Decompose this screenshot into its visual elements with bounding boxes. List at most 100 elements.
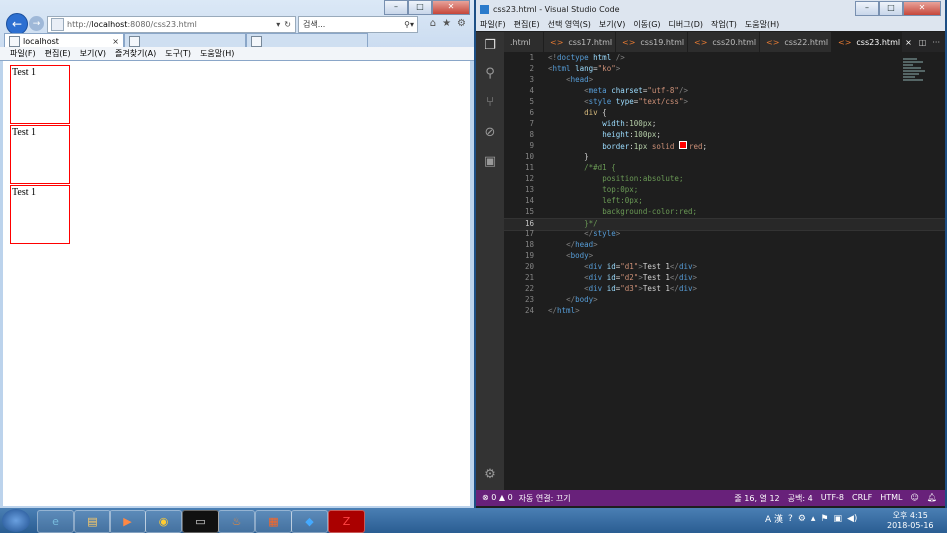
cursor-position[interactable]: 줄 16, 열 12 xyxy=(734,493,779,504)
star-icon[interactable]: ★ xyxy=(442,18,451,29)
tab-css17[interactable]: <> css17.html xyxy=(544,32,616,52)
source-control-icon[interactable]: ⑂ xyxy=(482,95,498,111)
minimize-button[interactable]: – xyxy=(855,1,879,16)
menu-help[interactable]: 도움말(H) xyxy=(200,48,234,59)
clock[interactable]: 오후 4:15 2018-05-16 xyxy=(887,511,934,531)
menu-file[interactable]: 파일(F) xyxy=(10,48,36,59)
tab-css19[interactable]: <> css19.html xyxy=(616,32,688,52)
forward-button[interactable]: → xyxy=(29,16,44,31)
gear-icon[interactable]: ⚙ xyxy=(457,18,466,29)
menu-edit[interactable]: 편집(E) xyxy=(45,48,71,59)
menu-file[interactable]: 파일(F) xyxy=(480,19,506,30)
smiley-icon[interactable]: ☺ xyxy=(911,493,919,504)
network-icon[interactable]: ▣ xyxy=(834,514,843,524)
menu-favorites[interactable]: 즐겨찾기(A) xyxy=(115,48,156,59)
menu-view[interactable]: 보기(V) xyxy=(80,48,106,59)
indentation-status[interactable]: 공백: 4 xyxy=(788,493,813,504)
settings-icon[interactable]: ⚙ xyxy=(798,514,806,524)
tab-html[interactable]: .html xyxy=(504,32,544,52)
menu-tools[interactable]: 도구(T) xyxy=(165,48,191,59)
tab-close-icon[interactable]: × xyxy=(905,38,912,47)
close-button[interactable]: ✕ xyxy=(903,1,941,16)
color-swatch[interactable] xyxy=(678,141,687,149)
gear-icon[interactable]: ⚙ xyxy=(482,467,498,483)
dropdown-icon[interactable]: ▾ xyxy=(276,20,280,29)
search-box[interactable]: 검색... ⚲▾ xyxy=(298,16,418,33)
volume-icon[interactable]: ◀) xyxy=(847,514,857,524)
menu-tasks[interactable]: 작업(T) xyxy=(711,19,737,30)
test-box-2: Test 1 xyxy=(10,125,70,184)
more-icon[interactable]: ··· xyxy=(932,38,940,47)
minimize-button[interactable]: – xyxy=(384,0,408,15)
help-icon[interactable]: ? xyxy=(788,514,793,524)
folder-taskbar-icon[interactable]: ▤ xyxy=(74,510,111,533)
system-tray: A 漢 ? ⚙ ▴ ⚑ ▣ ◀) xyxy=(765,512,857,526)
address-url[interactable]: http://localhost:8080/css23.html xyxy=(67,20,276,29)
extensions-icon[interactable]: ▣ xyxy=(482,154,498,170)
tab-css22[interactable]: <> css22.html xyxy=(760,32,832,52)
tab-css23[interactable]: <> css23.html × xyxy=(832,32,912,52)
encoding-status[interactable]: UTF-8 xyxy=(821,493,844,504)
app-taskbar-icon[interactable]: ▦ xyxy=(255,510,292,533)
page-icon xyxy=(9,35,20,47)
vscode-taskbar-icon[interactable]: ◆ xyxy=(291,510,328,533)
filezilla-taskbar-icon[interactable]: Z xyxy=(328,510,365,533)
menu-debug[interactable]: 디버그(D) xyxy=(669,19,703,30)
debug-icon[interactable]: ⊘ xyxy=(482,125,498,141)
media-player-taskbar-icon[interactable]: ▶ xyxy=(109,510,146,533)
java-taskbar-icon[interactable]: ♨ xyxy=(218,510,255,533)
code-line: 2 <html lang="ko"> xyxy=(529,64,621,73)
window-controls: – □ ✕ xyxy=(855,1,941,16)
ie-taskbar-icon[interactable]: e xyxy=(37,510,74,533)
menu-go[interactable]: 이동(G) xyxy=(633,19,660,30)
tab-localhost[interactable]: localhost × xyxy=(4,33,124,48)
code-editor[interactable]: 1 <!doctype html /> 2 <html lang="ko"> 3 <… xyxy=(504,52,945,490)
search-input[interactable]: 검색... xyxy=(299,19,404,30)
editor-tabs: .html <> css17.html <> css19.html <> css20.… xyxy=(504,32,945,52)
code-line: 10 } xyxy=(524,152,589,161)
console-taskbar-icon[interactable]: ▭ xyxy=(182,510,219,533)
code-line: 9 border:1px solid red; xyxy=(529,141,708,151)
address-bar[interactable]: http://localhost:8080/css23.html ▾ ↻ xyxy=(47,16,296,33)
menu-view[interactable]: 보기(V) xyxy=(599,19,625,30)
tab-close-icon[interactable]: × xyxy=(112,37,119,46)
bell-icon[interactable]: 🔔︎ xyxy=(927,493,937,504)
vscode-window: css23.html - Visual Studio Code – □ ✕ 파일… xyxy=(476,0,945,508)
problems-indicator[interactable]: ⊗ 0 ▲ 0 xyxy=(482,493,513,504)
refresh-icon[interactable]: ↻ xyxy=(284,20,291,29)
close-button[interactable]: ✕ xyxy=(432,0,470,15)
tab-blurred[interactable] xyxy=(124,33,246,48)
code-line: 11 /*#d1 { xyxy=(524,163,616,172)
split-editor-icon[interactable]: ◫ xyxy=(919,38,927,47)
code-line: 5 <style type="text/css"> xyxy=(529,97,688,106)
maximize-button[interactable]: □ xyxy=(879,1,903,16)
code-line: 3 <head> xyxy=(529,75,594,84)
search-icon[interactable]: ⚲ xyxy=(482,66,498,82)
back-button[interactable]: ← xyxy=(6,13,28,35)
explorer-icon[interactable]: ❐ xyxy=(482,38,498,54)
menu-selection[interactable]: 선택 영역(S) xyxy=(548,19,591,30)
menu-edit[interactable]: 편집(E) xyxy=(514,19,540,30)
start-button[interactable] xyxy=(2,509,30,532)
code-line: 7 width:100px; xyxy=(529,119,657,128)
code-line: 12 position:absolute; xyxy=(524,174,684,183)
code-line: 6 div { xyxy=(529,108,607,117)
search-icon[interactable]: ⚲▾ xyxy=(404,20,414,29)
code-line: 4 <meta charset="utf-8"/> xyxy=(529,86,688,95)
live-connection-status[interactable]: 자동 연결: 끄기 xyxy=(519,493,571,504)
show-hidden-icon[interactable]: ▴ xyxy=(811,514,816,524)
code-line: 8 height:100px; xyxy=(529,130,661,139)
tab-blurred[interactable] xyxy=(246,33,368,48)
menu-help[interactable]: 도움말(H) xyxy=(745,19,779,30)
home-icon[interactable]: ⌂ xyxy=(430,18,436,29)
maximize-button[interactable]: □ xyxy=(408,0,432,15)
chrome-taskbar-icon[interactable]: ◉ xyxy=(145,510,182,533)
tab-css20[interactable]: <> css20.html xyxy=(688,32,760,52)
code-line: 17 </style> xyxy=(524,229,621,238)
flag-icon[interactable]: ⚑ xyxy=(820,514,828,524)
test-box-3: Test 1 xyxy=(10,185,70,244)
language-status[interactable]: HTML xyxy=(880,493,902,504)
taskbar: e ▤ ▶ ◉ ▭ ♨ ▦ ◆ Z A 漢 ? ⚙ ▴ ⚑ ▣ ◀) 오후 4:… xyxy=(0,508,947,533)
ime-indicator[interactable]: A 漢 xyxy=(765,512,783,525)
eol-status[interactable]: CRLF xyxy=(852,493,872,504)
